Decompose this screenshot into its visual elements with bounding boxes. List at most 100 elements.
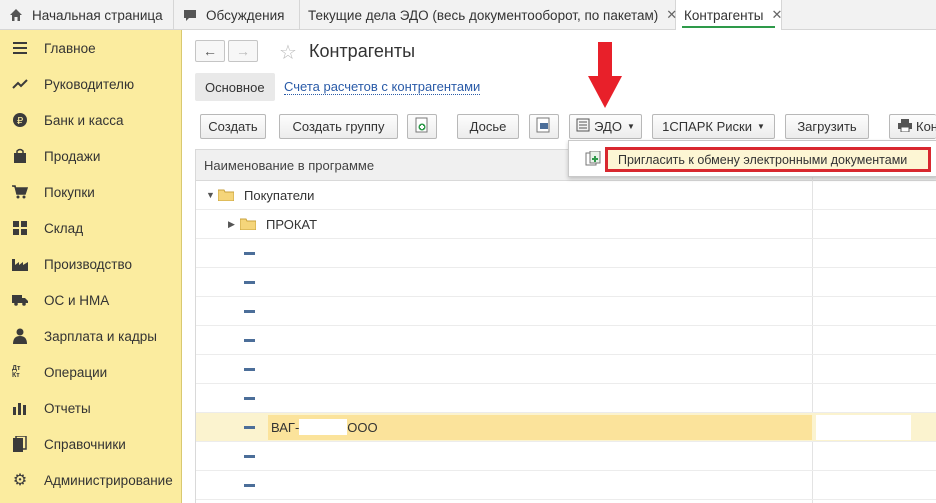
item-dash-icon [244, 484, 255, 487]
scan-button[interactable] [529, 114, 559, 139]
table-row[interactable] [196, 442, 936, 471]
print-button[interactable]: Кон [889, 114, 936, 139]
load-button[interactable]: Загрузить [785, 114, 869, 139]
invite-edo-menu-item[interactable]: Пригласить к обмену электронными докумен… [605, 147, 931, 172]
table-row[interactable] [196, 297, 936, 326]
sidebar-item-label: Производство [44, 256, 133, 272]
tab-home[interactable]: Начальная страница [0, 0, 174, 30]
table-row[interactable] [196, 239, 936, 268]
row-label: ВАГ- [271, 419, 300, 435]
sidebar-item-label: Справочники [44, 436, 126, 452]
table-row[interactable]: ▶ ПРОКАТ [196, 210, 936, 239]
spark-label: 1СПАРК Риски [662, 119, 752, 134]
printer-icon [898, 118, 912, 135]
trend-icon [12, 76, 28, 92]
row-suffix: ООО [347, 419, 378, 435]
folder-icon [217, 189, 235, 202]
edo-dropdown-menu: Пригласить к обмену электронными докумен… [568, 140, 936, 177]
main-panel: ← → ☆ Контрагенты Основное Счета расчето… [183, 30, 936, 503]
sidebar-item-label: Банк и касса [44, 112, 124, 128]
spark-risks-button[interactable]: 1СПАРК Риски ▼ [652, 114, 775, 139]
tab-label: Начальная страница [32, 7, 163, 23]
sidebar-item-admin[interactable]: ⚙ Администрирование [0, 462, 181, 498]
edo-dropdown-button[interactable]: ЭДО ▼ [569, 114, 642, 139]
sidebar-item-assets[interactable]: ОС и НМА [0, 282, 181, 318]
item-dash-icon [244, 281, 255, 284]
item-dash-icon [244, 339, 255, 342]
person-icon [12, 328, 28, 344]
page-title: Контрагенты [309, 41, 416, 61]
chevron-down-icon: ▼ [626, 122, 635, 131]
sidebar-item-production[interactable]: Производство [0, 246, 181, 282]
edo-icon [576, 118, 590, 135]
table-row[interactable] [196, 326, 936, 355]
table-row[interactable] [196, 384, 936, 413]
table-row[interactable] [196, 355, 936, 384]
sidebar-item-manager[interactable]: Руководителю [0, 66, 181, 102]
create-group-button[interactable]: Создать группу [279, 114, 398, 139]
tab-label: Контрагенты [684, 7, 764, 23]
menu-icon [12, 40, 28, 56]
invite-document-icon [585, 150, 601, 167]
table-row-selected[interactable]: ВАГ- ООО [196, 413, 936, 442]
folder-icon [239, 218, 257, 231]
tab-label: Текущие дела ЭДО (весь документооборот, … [308, 7, 659, 23]
table-row[interactable] [196, 268, 936, 297]
scan-document-icon [536, 117, 552, 136]
sidebar-item-directories[interactable]: Справочники [0, 426, 181, 462]
sidebar-item-label: Отчеты [44, 400, 91, 416]
sidebar-item-purchases[interactable]: Покупки [0, 174, 181, 210]
row-label: ПРОКАТ [266, 216, 318, 232]
tab-label: Обсуждения [206, 7, 285, 23]
sidebar-item-bank[interactable]: ₽ Банк и касса [0, 102, 181, 138]
dtkt-icon: Дт Кт [12, 365, 21, 379]
sidebar-item-label: ОС и НМА [44, 292, 110, 308]
sidebar-item-main[interactable]: Главное [0, 30, 181, 66]
forward-button[interactable]: → [228, 40, 258, 62]
item-dash-icon [244, 397, 255, 400]
sidebar-item-operations[interactable]: Дт Кт Операции [0, 354, 181, 390]
redacted-cell [816, 415, 911, 440]
tab-discussions[interactable]: Обсуждения [174, 0, 300, 30]
tab-edo-tasks[interactable]: Текущие дела ЭДО (весь документооборот, … [300, 0, 677, 30]
sidebar-item-label: Зарплата и кадры [44, 328, 157, 344]
truck-icon [12, 292, 28, 308]
bar-chart-icon [12, 400, 28, 416]
table-row[interactable]: ▼ Покупатели [196, 181, 936, 210]
home-icon [8, 7, 24, 23]
dossier-button[interactable]: Досье [457, 114, 519, 139]
back-button[interactable]: ← [195, 40, 225, 62]
expanded-triangle-icon[interactable]: ▼ [206, 190, 218, 200]
create-button[interactable]: Создать [200, 114, 266, 139]
cart-icon [12, 184, 28, 200]
redacted-text [299, 419, 348, 435]
row-label: Покупатели [244, 187, 315, 203]
subtab-main[interactable]: Основное [195, 73, 275, 101]
sidebar-item-salary[interactable]: Зарплата и кадры [0, 318, 181, 354]
counterparties-table: Наименование в программе ▼ Покупатели ▶ … [195, 149, 936, 503]
table-row[interactable] [196, 471, 936, 500]
item-dash-icon [244, 455, 255, 458]
close-icon[interactable]: ✕ [772, 7, 783, 23]
subtab-accounts-link[interactable]: Счета расчетов с контрагентами [284, 79, 481, 95]
print-label: Кон [916, 119, 936, 134]
tab-bar: Начальная страница Обсуждения Текущие де… [0, 0, 936, 30]
sidebar: Главное Руководителю ₽ Банк и касса Прод… [0, 30, 182, 503]
grid-icon [12, 220, 28, 236]
favorite-star-icon[interactable]: ☆ [279, 40, 297, 65]
sidebar-item-label: Продажи [44, 148, 101, 164]
collapsed-triangle-icon[interactable]: ▶ [228, 219, 240, 230]
item-dash-icon [244, 252, 255, 255]
ruble-icon: ₽ [12, 112, 28, 128]
tab-counterparties[interactable]: Контрагенты ✕ [676, 0, 782, 30]
edo-label: ЭДО [594, 119, 622, 134]
sidebar-item-label: Склад [44, 220, 84, 236]
sidebar-item-reports[interactable]: Отчеты [0, 390, 181, 426]
sidebar-item-label: Руководителю [44, 76, 135, 92]
sidebar-item-warehouse[interactable]: Склад [0, 210, 181, 246]
item-dash-icon [244, 368, 255, 371]
sidebar-item-label: Операции [44, 364, 108, 380]
sidebar-item-sales[interactable]: Продажи [0, 138, 181, 174]
book-icon [12, 436, 28, 452]
add-from-file-button[interactable] [407, 114, 437, 139]
